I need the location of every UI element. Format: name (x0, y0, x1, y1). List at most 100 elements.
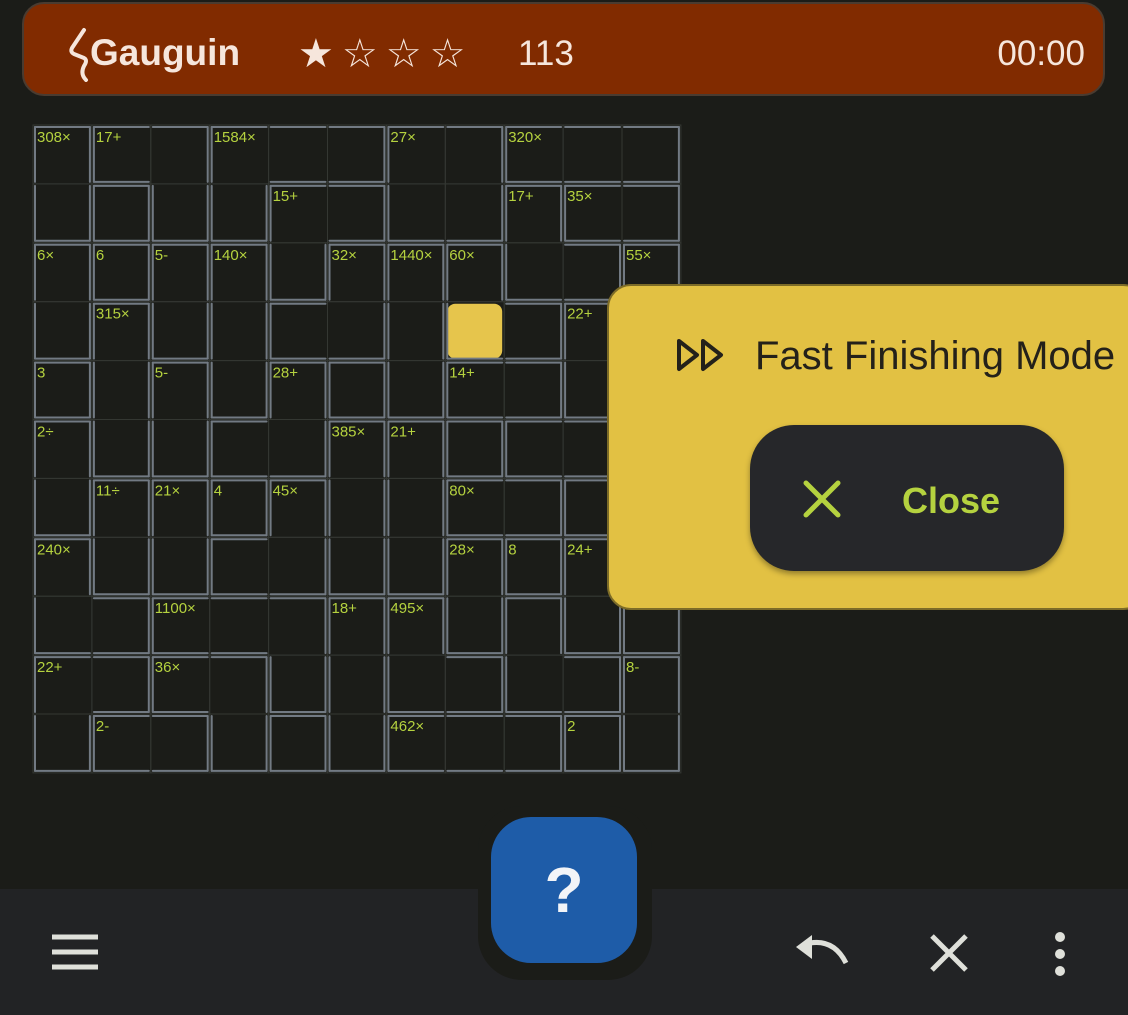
grid-cell[interactable] (327, 242, 387, 303)
grid-cell[interactable] (385, 654, 446, 715)
grid-cell[interactable] (621, 183, 682, 244)
grid-cell[interactable] (503, 183, 564, 244)
grid-cell[interactable] (621, 124, 682, 185)
grid-cell[interactable] (268, 654, 329, 715)
grid-cell[interactable] (209, 595, 270, 656)
grid-cell[interactable] (444, 477, 505, 538)
grid-cell[interactable] (150, 713, 211, 774)
grid-cell[interactable] (91, 536, 152, 597)
grid-cell[interactable] (32, 595, 93, 656)
grid-cell[interactable] (327, 536, 387, 597)
grid-cell[interactable] (503, 242, 564, 303)
grid-cell[interactable] (32, 301, 93, 362)
grid-cell[interactable] (444, 301, 505, 362)
grid-cell[interactable] (150, 654, 211, 715)
grid-cell[interactable] (91, 360, 152, 421)
grid-cell[interactable] (150, 595, 211, 656)
grid-cell[interactable] (444, 124, 505, 185)
grid-cell[interactable] (562, 183, 623, 244)
grid-cell[interactable] (91, 654, 152, 715)
grid-cell[interactable] (150, 301, 211, 362)
grid-cell[interactable] (327, 595, 387, 656)
grid-cell[interactable] (32, 713, 93, 774)
grid-cell[interactable] (327, 713, 387, 774)
grid-cell[interactable] (385, 595, 446, 656)
menu-icon[interactable] (50, 933, 100, 971)
grid-cell[interactable] (268, 536, 329, 597)
grid-cell[interactable] (150, 242, 211, 303)
grid-cell[interactable] (268, 419, 329, 479)
grid-cell[interactable] (91, 183, 152, 244)
grid-cell[interactable] (32, 536, 93, 597)
grid-cell[interactable] (503, 713, 564, 774)
grid-cell[interactable] (150, 124, 211, 185)
grid-cell[interactable] (91, 124, 152, 185)
grid-cell[interactable] (32, 124, 93, 185)
grid-cell[interactable] (32, 360, 93, 421)
grid-cell[interactable] (209, 301, 270, 362)
grid-cell[interactable] (503, 301, 564, 362)
grid-cell[interactable] (209, 419, 270, 479)
grid-cell[interactable] (268, 301, 329, 362)
grid-cell[interactable] (268, 477, 329, 538)
grid-cell[interactable] (91, 419, 152, 479)
grid-cell[interactable] (209, 477, 270, 538)
grid-cell[interactable] (150, 183, 211, 244)
grid-cell[interactable] (503, 654, 564, 715)
grid-cell[interactable] (444, 419, 505, 479)
grid-cell[interactable] (209, 654, 270, 715)
grid-cell[interactable] (32, 183, 93, 244)
grid-cell[interactable] (209, 536, 270, 597)
grid-cell[interactable] (385, 419, 446, 479)
clear-icon[interactable] (929, 933, 969, 973)
grid-cell[interactable] (327, 477, 387, 538)
grid-cell[interactable] (444, 360, 505, 421)
grid-cell[interactable] (209, 183, 270, 244)
grid-cell[interactable] (385, 301, 446, 362)
grid-cell[interactable] (268, 595, 329, 656)
grid-cell[interactable] (32, 654, 93, 715)
grid-cell[interactable] (327, 183, 387, 244)
grid-cell[interactable] (444, 242, 505, 303)
more-vert-icon[interactable] (1050, 931, 1070, 977)
grid-cell[interactable] (150, 419, 211, 479)
grid-cell[interactable] (268, 713, 329, 774)
grid-cell[interactable] (503, 419, 564, 479)
grid-cell[interactable] (150, 536, 211, 597)
grid-cell[interactable] (621, 713, 682, 774)
grid-cell[interactable] (209, 242, 270, 303)
grid-cell[interactable] (327, 360, 387, 421)
grid-cell[interactable] (150, 360, 211, 421)
grid-cell[interactable] (503, 360, 564, 421)
timer[interactable]: 00:00 (997, 34, 1085, 74)
grid-cell[interactable] (209, 124, 270, 185)
grid-cell[interactable] (327, 124, 387, 185)
grid-cell[interactable] (562, 595, 623, 656)
grid-cell[interactable] (503, 477, 564, 538)
grid-cell[interactable] (91, 301, 152, 362)
grid-cell[interactable] (503, 124, 564, 185)
grid-cell[interactable] (621, 654, 682, 715)
grid-cell[interactable] (91, 242, 152, 303)
grid-cell[interactable] (327, 419, 387, 479)
grid-cell[interactable] (385, 242, 446, 303)
grid-cell[interactable] (268, 183, 329, 244)
grid-cell[interactable] (444, 183, 505, 244)
undo-icon[interactable] (794, 933, 852, 973)
grid-cell[interactable] (268, 360, 329, 421)
grid-cell[interactable] (32, 477, 93, 538)
grid-cell[interactable] (91, 713, 152, 774)
grid-cell[interactable] (385, 183, 446, 244)
grid-cell[interactable] (209, 713, 270, 774)
grid-cell[interactable] (91, 477, 152, 538)
grid-cell[interactable] (444, 654, 505, 715)
grid-cell[interactable] (327, 654, 387, 715)
grid-cell[interactable] (562, 124, 623, 185)
grid-cell[interactable] (503, 536, 564, 597)
grid-cell[interactable] (385, 124, 446, 185)
grid-cell[interactable] (444, 536, 505, 597)
grid-cell[interactable] (444, 595, 505, 656)
grid-cell[interactable] (209, 360, 270, 421)
grid-cell[interactable] (385, 713, 446, 774)
grid-cell[interactable] (385, 477, 446, 538)
